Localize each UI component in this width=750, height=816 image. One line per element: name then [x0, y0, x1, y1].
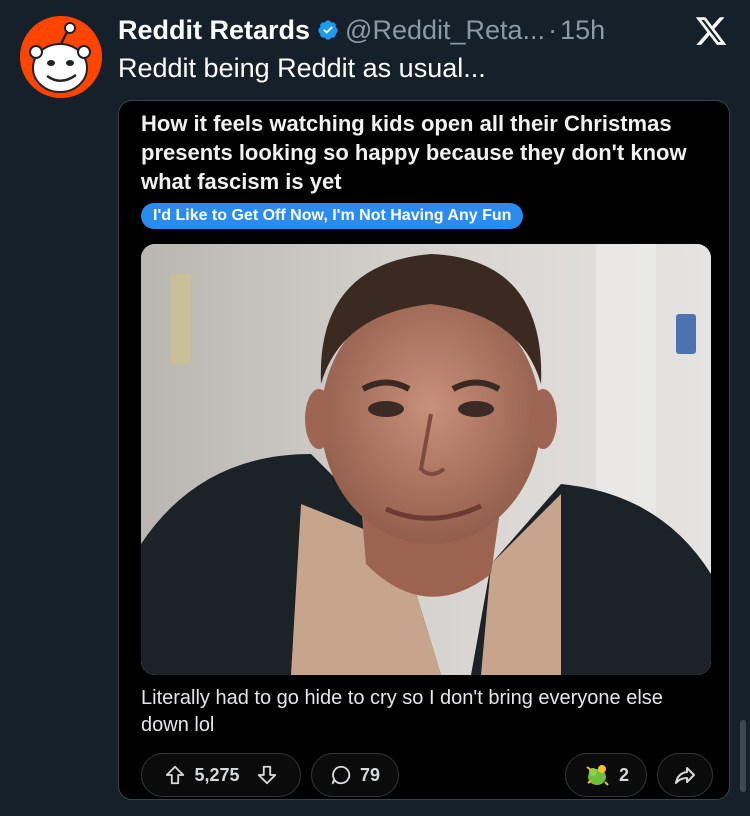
comment-count: 79 — [359, 764, 381, 785]
award-icon — [586, 765, 609, 786]
verified-badge-icon — [318, 20, 338, 40]
comments-button[interactable]: 79 — [311, 753, 399, 797]
top-comment-text: Literally had to go hide to cry so I don… — [141, 687, 663, 736]
share-button[interactable] — [657, 753, 713, 797]
upvote-count: 5,275 — [194, 764, 240, 785]
award-button[interactable]: 2 — [565, 753, 647, 797]
downvote-icon[interactable] — [256, 764, 278, 786]
author-handle[interactable]: @Reddit_Reta... — [345, 15, 545, 46]
post-image[interactable] — [141, 244, 711, 675]
x-logo-icon — [695, 17, 727, 45]
author-avatar[interactable] — [20, 16, 102, 98]
reddit-post-card[interactable]: How it feels watching kids open all thei… — [118, 100, 730, 800]
share-icon — [675, 767, 695, 784]
separator-dot: · — [548, 14, 558, 45]
vote-control: 5,275 — [141, 753, 301, 797]
post-flair[interactable]: I'd Like to Get Off Now, I'm Not Having … — [141, 203, 524, 229]
upvote-icon[interactable] — [164, 764, 186, 786]
comment-icon — [331, 765, 351, 785]
scrollbar[interactable] — [740, 720, 746, 792]
tweet-text: Reddit being Reddit as usual... — [118, 53, 486, 83]
man-smiling-photo — [141, 244, 711, 675]
tweet-header: Reddit Retards @Reddit_Reta... · 15h — [118, 12, 730, 48]
award-count: 2 — [618, 764, 629, 785]
post-title: How it feels watching kids open all thei… — [141, 111, 687, 194]
tweet-timestamp[interactable]: 15h — [560, 15, 605, 46]
author-name[interactable]: Reddit Retards — [118, 15, 310, 46]
reddit-avatar-icon — [20, 16, 102, 98]
